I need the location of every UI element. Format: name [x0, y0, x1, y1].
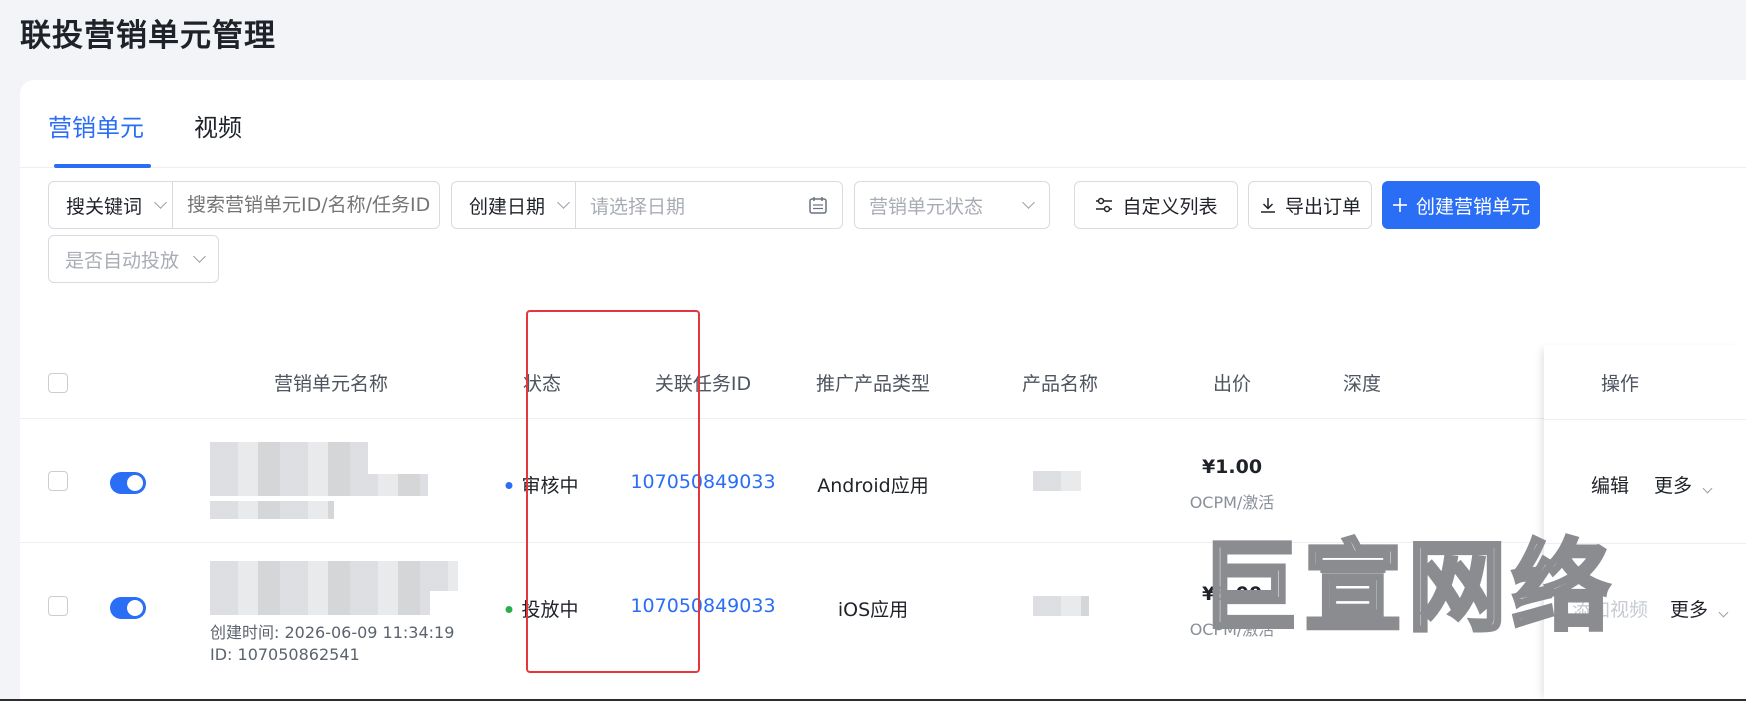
export-orders-button[interactable]: 导出订单 [1248, 181, 1372, 229]
column-header-actions: 操作 [1600, 373, 1640, 395]
row-checkbox[interactable] [48, 471, 68, 491]
column-header-product-type: 推广产品类型 [815, 373, 931, 395]
bid-amount: ¥1.00 [1201, 456, 1263, 478]
chevron-down-icon [1718, 607, 1729, 618]
download-icon [1260, 198, 1275, 213]
keyword-type-select[interactable]: 搜关键词 [49, 182, 173, 228]
chevron-down-icon [557, 196, 570, 209]
unit-name-redacted [210, 501, 334, 519]
created-time: 创建时间: 2026-06-09 11:34:19 [210, 623, 455, 642]
task-id-link[interactable]: 107050849033 [630, 595, 775, 617]
column-header-status: 状态 [522, 373, 562, 395]
date-type-select[interactable]: 创建日期 [452, 182, 576, 228]
column-header-depth: 深度 [1342, 373, 1382, 395]
sliders-icon [1096, 197, 1113, 213]
bid-mode: OCPM/激活 [1189, 493, 1275, 512]
unit-status-select[interactable]: 营销单元状态 [854, 181, 1050, 229]
unit-id: ID: 107050862541 [210, 645, 360, 664]
status-label: 投放中 [521, 599, 579, 621]
product-type: iOS应用 [837, 599, 909, 621]
unit-name-redacted [210, 561, 458, 591]
unit-status-placeholder: 营销单元状态 [869, 195, 984, 218]
row-checkbox[interactable] [48, 596, 68, 616]
status-dot [505, 481, 513, 489]
tab-videos[interactable]: 视频 [194, 108, 242, 143]
active-tab-indicator [54, 164, 151, 168]
custom-columns-label: 自定义列表 [1122, 195, 1218, 218]
status-running: 投放中 [505, 595, 579, 622]
tab-marketing-units[interactable]: 营销单元 [48, 108, 144, 143]
column-header-bid: 出价 [1212, 373, 1252, 395]
divider [1544, 419, 1746, 420]
status-label: 审核中 [521, 475, 579, 497]
chevron-down-icon [1702, 483, 1713, 494]
unit-name-redacted [210, 474, 428, 496]
bid-amount: ¥5.00 [1201, 583, 1263, 605]
create-unit-button[interactable]: 创建营销单元 [1382, 181, 1540, 229]
tab-bar: 营销单元 视频 [20, 80, 1746, 168]
date-filter-group: 创建日期 请选择日期 [451, 181, 843, 229]
status-reviewing: 审核中 [505, 471, 579, 498]
chevron-down-icon [154, 196, 167, 209]
unit-name-redacted [210, 442, 368, 474]
column-header-product-name: 产品名称 [1021, 373, 1099, 395]
unit-name-redacted [210, 591, 430, 615]
add-video-button[interactable]: 添加视频 [1572, 595, 1648, 622]
more-menu-button[interactable]: 更多 [1670, 595, 1729, 622]
date-type-label: 创建日期 [469, 195, 546, 218]
select-all-checkbox[interactable] [48, 373, 68, 393]
custom-columns-button[interactable]: 自定义列表 [1074, 181, 1238, 229]
status-dot [505, 605, 513, 613]
product-name-redacted [1033, 471, 1081, 491]
plus-icon [1392, 198, 1407, 212]
table-row: 创建时间: 2026-06-09 11:34:19 ID: 1070508625… [20, 543, 1746, 701]
divider [1544, 543, 1746, 544]
date-placeholder: 请选择日期 [590, 195, 686, 218]
enable-toggle[interactable] [110, 472, 146, 494]
column-header-task-id: 关联任务ID [654, 373, 752, 395]
bid-mode: OCPM/激活 [1189, 620, 1275, 639]
content-card: 营销单元 视频 搜关键词 创建日期 请选择日期 营销单元状态 [20, 80, 1746, 701]
calendar-icon [809, 197, 827, 214]
keyword-type-label: 搜关键词 [66, 195, 143, 218]
actions-column: 操作 编辑 更多 添加视频 更多 [1544, 345, 1746, 701]
product-type: Android应用 [817, 475, 929, 497]
table-header: 营销单元名称 状态 关联任务ID 推广产品类型 产品名称 出价 深度 [20, 345, 1746, 419]
create-unit-label: 创建营销单元 [1415, 195, 1530, 218]
table-row: 审核中 107050849033 Android应用 ¥1.00 OCPM/激活 [20, 419, 1746, 543]
more-label: 更多 [1654, 475, 1693, 497]
page-title: 联投营销单元管理 [20, 18, 276, 54]
auto-delivery-select[interactable]: 是否自动投放 [48, 235, 219, 283]
more-label: 更多 [1670, 599, 1709, 621]
edit-button[interactable]: 编辑 [1591, 471, 1629, 498]
export-orders-label: 导出订单 [1284, 195, 1361, 218]
product-name-redacted [1033, 596, 1089, 616]
date-picker-input[interactable]: 请选择日期 [576, 192, 842, 219]
column-header-name: 营销单元名称 [273, 373, 389, 395]
more-menu-button[interactable]: 更多 [1654, 471, 1713, 498]
keyword-search-input[interactable] [173, 194, 433, 216]
auto-delivery-placeholder: 是否自动投放 [65, 249, 180, 272]
task-id-link[interactable]: 107050849033 [630, 471, 775, 493]
keyword-search-group: 搜关键词 [48, 181, 440, 229]
chevron-down-icon [1022, 196, 1035, 209]
enable-toggle[interactable] [110, 597, 146, 619]
chevron-down-icon [193, 250, 206, 263]
